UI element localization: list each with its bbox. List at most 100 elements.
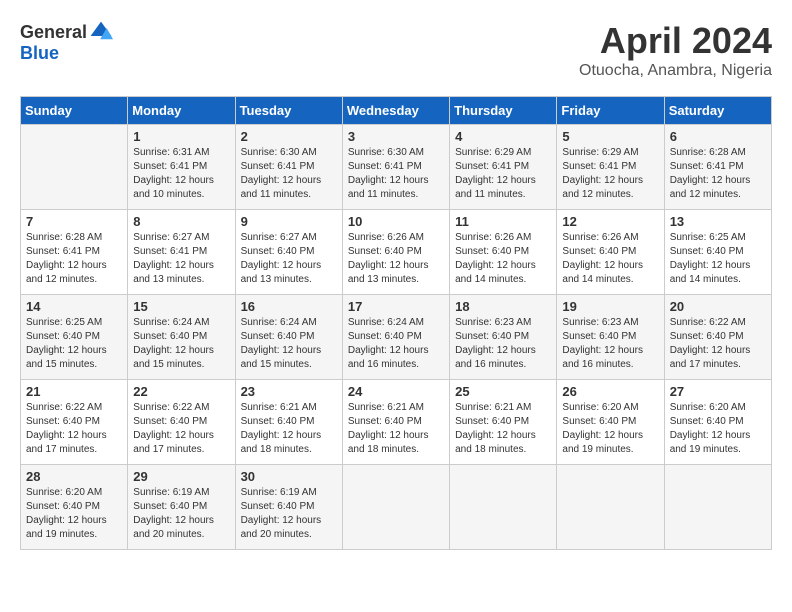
day-number: 2	[241, 129, 337, 144]
day-cell: 29 Sunrise: 6:19 AMSunset: 6:40 PMDayligh…	[128, 465, 235, 550]
day-number: 12	[562, 214, 658, 229]
day-number: 10	[348, 214, 444, 229]
day-info: Sunrise: 6:21 AMSunset: 6:40 PMDaylight:…	[241, 401, 337, 457]
day-cell: 30Sunrise: 6:19 AMSunset: 6:40 PMDayligh…	[235, 465, 342, 550]
day-cell: 25 Sunrise: 6:21 AMSunset: 6:40 PMDayligh…	[450, 380, 557, 465]
day-info: Sunrise: 6:26 AMSunset: 6:40 PMDaylight:…	[348, 231, 444, 287]
day-cell: 12Sunrise: 6:26 AMSunset: 6:40 PMDayligh…	[557, 210, 664, 295]
day-number: 18	[455, 299, 551, 314]
day-number: 17	[348, 299, 444, 314]
day-info: Sunrise: 6:30 AMSunset: 6:41 PMDaylight:…	[241, 146, 337, 202]
day-cell: 23 Sunrise: 6:21 AMSunset: 6:40 PMDayligh…	[235, 380, 342, 465]
day-info: Sunrise: 6:22 AMSunset: 6:40 PMDaylight:…	[133, 401, 229, 457]
day-cell	[342, 465, 449, 550]
day-number: 30	[241, 469, 337, 484]
day-info: Sunrise: 6:20 AMSunset: 6:40 PMDaylight:…	[670, 401, 766, 457]
day-info: Sunrise: 6:21 AMSunset: 6:40 PMDaylight:…	[348, 401, 444, 457]
day-number: 16	[241, 299, 337, 314]
day-number: 8	[133, 214, 229, 229]
day-info: Sunrise: 6:26 AMSunset: 6:40 PMDaylight:…	[455, 231, 551, 287]
day-cell: 13 Sunrise: 6:25 AMSunset: 6:40 PMDayligh…	[664, 210, 771, 295]
day-cell: 21 Sunrise: 6:22 AMSunset: 6:40 PMDayligh…	[21, 380, 128, 465]
day-cell: 15Sunrise: 6:24 AMSunset: 6:40 PMDayligh…	[128, 295, 235, 380]
day-number: 14	[26, 299, 122, 314]
day-cell: 2 Sunrise: 6:30 AMSunset: 6:41 PMDaylight…	[235, 125, 342, 210]
day-number: 29	[133, 469, 229, 484]
day-number: 7	[26, 214, 122, 229]
day-cell	[664, 465, 771, 550]
day-number: 13	[670, 214, 766, 229]
day-info: Sunrise: 6:23 AMSunset: 6:40 PMDaylight:…	[455, 316, 551, 372]
day-info: Sunrise: 6:25 AMSunset: 6:40 PMDaylight:…	[670, 231, 766, 287]
calendar-title: April 2024	[579, 20, 772, 62]
logo-icon	[89, 20, 113, 44]
header: General Blue April 2024 Otuocha, Anambra…	[20, 20, 772, 80]
day-cell	[21, 125, 128, 210]
day-cell: 7 Sunrise: 6:28 AMSunset: 6:41 PMDaylight…	[21, 210, 128, 295]
day-info: Sunrise: 6:23 AMSunset: 6:40 PMDaylight:…	[562, 316, 658, 372]
week-row-2: 7 Sunrise: 6:28 AMSunset: 6:41 PMDaylight…	[21, 210, 772, 295]
day-cell: 26Sunrise: 6:20 AMSunset: 6:40 PMDayligh…	[557, 380, 664, 465]
day-number: 4	[455, 129, 551, 144]
day-number: 25	[455, 384, 551, 399]
day-number: 23	[241, 384, 337, 399]
day-number: 20	[670, 299, 766, 314]
day-number: 22	[133, 384, 229, 399]
day-cell: 6Sunrise: 6:28 AMSunset: 6:41 PMDaylight…	[664, 125, 771, 210]
day-number: 21	[26, 384, 122, 399]
day-cell	[450, 465, 557, 550]
weekday-header-thursday: Thursday	[450, 97, 557, 125]
day-info: Sunrise: 6:24 AMSunset: 6:40 PMDaylight:…	[241, 316, 337, 372]
day-number: 5	[562, 129, 658, 144]
calendar-table: SundayMondayTuesdayWednesdayThursdayFrid…	[20, 96, 772, 550]
weekday-header-sunday: Sunday	[21, 97, 128, 125]
week-row-1: 1Sunrise: 6:31 AMSunset: 6:41 PMDaylight…	[21, 125, 772, 210]
day-cell: 8 Sunrise: 6:27 AMSunset: 6:41 PMDaylight…	[128, 210, 235, 295]
day-number: 24	[348, 384, 444, 399]
day-info: Sunrise: 6:22 AMSunset: 6:40 PMDaylight:…	[26, 401, 122, 457]
logo-general: General	[20, 23, 87, 41]
logo: General Blue	[20, 20, 113, 62]
day-info: Sunrise: 6:20 AMSunset: 6:40 PMDaylight:…	[26, 486, 122, 542]
week-row-4: 21 Sunrise: 6:22 AMSunset: 6:40 PMDayligh…	[21, 380, 772, 465]
day-cell: 9Sunrise: 6:27 AMSunset: 6:40 PMDaylight…	[235, 210, 342, 295]
day-cell: 11 Sunrise: 6:26 AMSunset: 6:40 PMDayligh…	[450, 210, 557, 295]
week-row-5: 28Sunrise: 6:20 AMSunset: 6:40 PMDayligh…	[21, 465, 772, 550]
day-info: Sunrise: 6:22 AMSunset: 6:40 PMDaylight:…	[670, 316, 766, 372]
logo-blue: Blue	[20, 44, 59, 62]
day-cell: 28Sunrise: 6:20 AMSunset: 6:40 PMDayligh…	[21, 465, 128, 550]
day-number: 3	[348, 129, 444, 144]
day-info: Sunrise: 6:30 AMSunset: 6:41 PMDaylight:…	[348, 146, 444, 202]
calendar-subtitle: Otuocha, Anambra, Nigeria	[579, 62, 772, 80]
weekday-header-tuesday: Tuesday	[235, 97, 342, 125]
day-cell: 22 Sunrise: 6:22 AMSunset: 6:40 PMDayligh…	[128, 380, 235, 465]
day-number: 6	[670, 129, 766, 144]
weekday-header-friday: Friday	[557, 97, 664, 125]
day-number: 27	[670, 384, 766, 399]
week-row-3: 14 Sunrise: 6:25 AMSunset: 6:40 PMDayligh…	[21, 295, 772, 380]
day-cell: 27 Sunrise: 6:20 AMSunset: 6:40 PMDayligh…	[664, 380, 771, 465]
weekday-header-row: SundayMondayTuesdayWednesdayThursdayFrid…	[21, 97, 772, 125]
day-number: 15	[133, 299, 229, 314]
day-info: Sunrise: 6:27 AMSunset: 6:41 PMDaylight:…	[133, 231, 229, 287]
day-info: Sunrise: 6:21 AMSunset: 6:40 PMDaylight:…	[455, 401, 551, 457]
weekday-header-saturday: Saturday	[664, 97, 771, 125]
day-cell: 4Sunrise: 6:29 AMSunset: 6:41 PMDaylight…	[450, 125, 557, 210]
day-number: 26	[562, 384, 658, 399]
day-info: Sunrise: 6:25 AMSunset: 6:40 PMDaylight:…	[26, 316, 122, 372]
day-number: 11	[455, 214, 551, 229]
day-cell	[557, 465, 664, 550]
day-info: Sunrise: 6:19 AMSunset: 6:40 PMDaylight:…	[133, 486, 229, 542]
day-info: Sunrise: 6:28 AMSunset: 6:41 PMDaylight:…	[26, 231, 122, 287]
day-number: 19	[562, 299, 658, 314]
day-cell: 20 Sunrise: 6:22 AMSunset: 6:40 PMDayligh…	[664, 295, 771, 380]
day-cell: 14 Sunrise: 6:25 AMSunset: 6:40 PMDayligh…	[21, 295, 128, 380]
weekday-header-monday: Monday	[128, 97, 235, 125]
day-cell: 1Sunrise: 6:31 AMSunset: 6:41 PMDaylight…	[128, 125, 235, 210]
day-cell: 24 Sunrise: 6:21 AMSunset: 6:40 PMDayligh…	[342, 380, 449, 465]
day-cell: 18 Sunrise: 6:23 AMSunset: 6:40 PMDayligh…	[450, 295, 557, 380]
day-number: 9	[241, 214, 337, 229]
title-area: April 2024 Otuocha, Anambra, Nigeria	[579, 20, 772, 80]
day-cell: 19 Sunrise: 6:23 AMSunset: 6:40 PMDayligh…	[557, 295, 664, 380]
day-cell: 16 Sunrise: 6:24 AMSunset: 6:40 PMDayligh…	[235, 295, 342, 380]
